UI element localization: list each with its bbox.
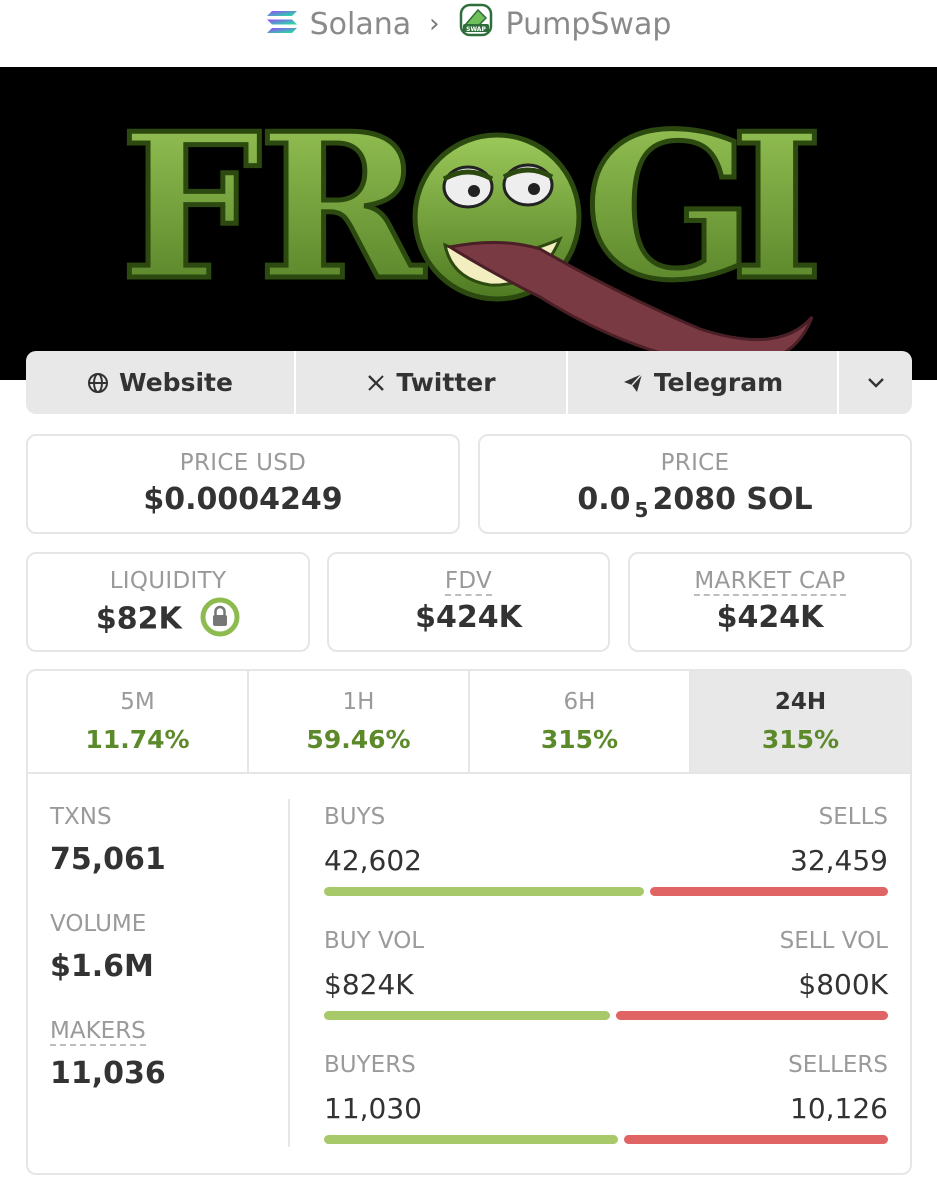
x-icon [368, 374, 385, 391]
frogi-logo: F R G I [118, 88, 826, 368]
tab-1h-label: 1H [342, 689, 375, 715]
tab-24h[interactable]: 24H 315% [691, 671, 910, 772]
tab-6h-label: 6H [563, 689, 596, 715]
sell-bar-fill [650, 887, 888, 896]
price-sol-card: PRICE 0.0 5 2080 SOL [478, 434, 912, 534]
sell-vol-value: $800K [798, 968, 888, 1001]
svg-text:F: F [120, 90, 262, 325]
sell-bar-fill [624, 1135, 888, 1144]
buyers-label: BUYERS [324, 1052, 416, 1078]
fdv-label[interactable]: FDV [444, 568, 493, 596]
price-sol-label: PRICE [660, 450, 730, 476]
volume-label: VOLUME [50, 911, 147, 937]
buyers-sellers-bar [324, 1135, 888, 1144]
fdv-value: $424K [415, 600, 522, 635]
tab-24h-label: 24H [774, 689, 827, 715]
website-label: Website [119, 368, 233, 397]
tab-6h-change: 315% [540, 725, 619, 754]
svg-text:R: R [258, 90, 426, 325]
lock-icon[interactable] [200, 597, 240, 637]
sellers-value: 10,126 [790, 1092, 888, 1125]
volume-metric: VOLUME $1.6M [50, 911, 280, 984]
tab-5m-label: 5M [120, 689, 155, 715]
sell-vol-label: SELL VOL [779, 928, 888, 954]
telegram-button[interactable]: Telegram [568, 351, 839, 414]
trading-stats-panel: 5M 11.74% 1H 59.46% 6H 315% 24H 315% TXN… [26, 669, 912, 1175]
column-divider [288, 799, 290, 1147]
market-cap-card: MARKET CAP $424K [628, 552, 912, 652]
txns-label: TXNS [50, 804, 112, 830]
buy-bar-fill [324, 887, 645, 896]
breadcrumb-dex-link[interactable]: PumpSwap [506, 7, 672, 42]
tab-1h[interactable]: 1H 59.46% [249, 671, 470, 772]
liquidity-value: $82K [95, 601, 182, 637]
timeframe-tabs: 5M 11.74% 1H 59.46% 6H 315% 24H 315% [28, 671, 910, 774]
breadcrumb: Solana › SWAP PumpSwap [0, 0, 937, 48]
solana-icon [266, 7, 298, 42]
buys-sells-bar [324, 887, 888, 896]
summary-metrics: TXNS 75,061 VOLUME $1.6M MAKERS 11,036 [50, 804, 280, 1125]
buy-bar-fill [324, 1011, 611, 1020]
buy-vol-label: BUY VOL [324, 928, 425, 954]
telegram-icon [623, 372, 643, 392]
liquidity-label: LIQUIDITY [109, 568, 227, 594]
volume-value: $1.6M [50, 949, 154, 984]
tab-1h-change: 59.46% [306, 725, 411, 754]
telegram-label: Telegram [653, 368, 784, 397]
buyers-sellers-row: BUYERS SELLERS 11,030 10,126 [324, 1052, 888, 1173]
txns-value: 75,061 [50, 842, 166, 877]
sells-label: SELLS [818, 804, 888, 830]
more-links-button[interactable] [839, 351, 912, 414]
buyers-value: 11,030 [324, 1092, 422, 1125]
buy-sell-volume-bar [324, 1011, 888, 1020]
sell-bar-fill [616, 1011, 888, 1020]
price-usd-card: PRICE USD $0.0004249 [26, 434, 460, 534]
buys-sells-row: BUYS SELLS 42,602 32,459 [324, 804, 888, 928]
makers-label[interactable]: MAKERS [50, 1018, 146, 1046]
svg-text:I: I [730, 90, 824, 325]
svg-text:SWAP: SWAP [466, 26, 486, 33]
buy-sell-volume-row: BUY VOL SELL VOL $824K $800K [324, 928, 888, 1052]
breadcrumb-chain-link[interactable]: Solana [310, 7, 412, 42]
website-button[interactable]: Website [26, 351, 296, 414]
market-cap-label[interactable]: MARKET CAP [694, 568, 846, 596]
social-links-bar: Website Twitter Telegram [26, 351, 912, 414]
price-sol-value: 0.0 5 2080 SOL [577, 482, 813, 522]
chevron-right-icon: › [429, 9, 440, 39]
txns-metric: TXNS 75,061 [50, 804, 280, 877]
tab-24h-change: 315% [761, 725, 840, 754]
buys-value: 42,602 [324, 844, 422, 877]
liquidity-card: LIQUIDITY $82K [26, 552, 310, 652]
market-cap-value: $424K [716, 600, 824, 635]
twitter-button[interactable]: Twitter [296, 351, 568, 414]
tab-5m-change: 11.74% [85, 725, 190, 754]
globe-icon [88, 372, 109, 393]
tab-6h[interactable]: 6H 315% [470, 671, 691, 772]
price-usd-label: PRICE USD [179, 450, 307, 476]
makers-metric: MAKERS 11,036 [50, 1018, 280, 1091]
fdv-card: FDV $424K [327, 552, 610, 652]
buy-bar-fill [324, 1135, 619, 1144]
tab-5m[interactable]: 5M 11.74% [28, 671, 249, 772]
buys-label: BUYS [324, 804, 386, 830]
sells-value: 32,459 [790, 844, 888, 877]
pumpswap-icon: SWAP [458, 2, 494, 46]
token-banner: F R G I [0, 67, 937, 380]
sellers-label: SELLERS [788, 1052, 888, 1078]
twitter-label: Twitter [396, 368, 496, 397]
makers-value: 11,036 [50, 1056, 166, 1091]
chevron-down-icon [867, 377, 884, 388]
buy-sell-breakdown: BUYS SELLS 42,602 32,459 BUY VOL SELL VO… [324, 804, 888, 1173]
buy-vol-value: $824K [324, 968, 414, 1001]
price-usd-value: $0.0004249 [143, 482, 343, 517]
